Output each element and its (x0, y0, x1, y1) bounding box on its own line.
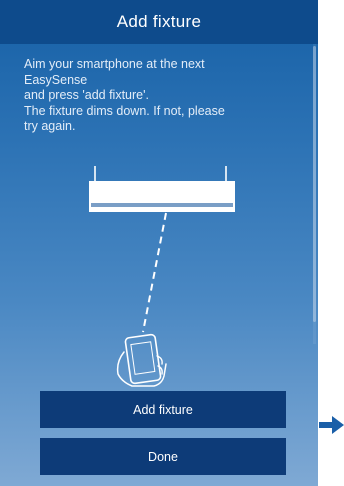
arrow-right-icon[interactable] (319, 416, 344, 434)
ceiling-fixture-icon (89, 166, 235, 212)
beam-line (142, 212, 167, 333)
add-fixture-button[interactable]: Add fixture (40, 391, 286, 428)
hand-holding-phone-icon (116, 333, 167, 387)
app-screen: Add fixture Aim your smartphone at the n… (0, 0, 318, 486)
aim-illustration (89, 166, 235, 387)
done-button[interactable]: Done (40, 438, 286, 475)
